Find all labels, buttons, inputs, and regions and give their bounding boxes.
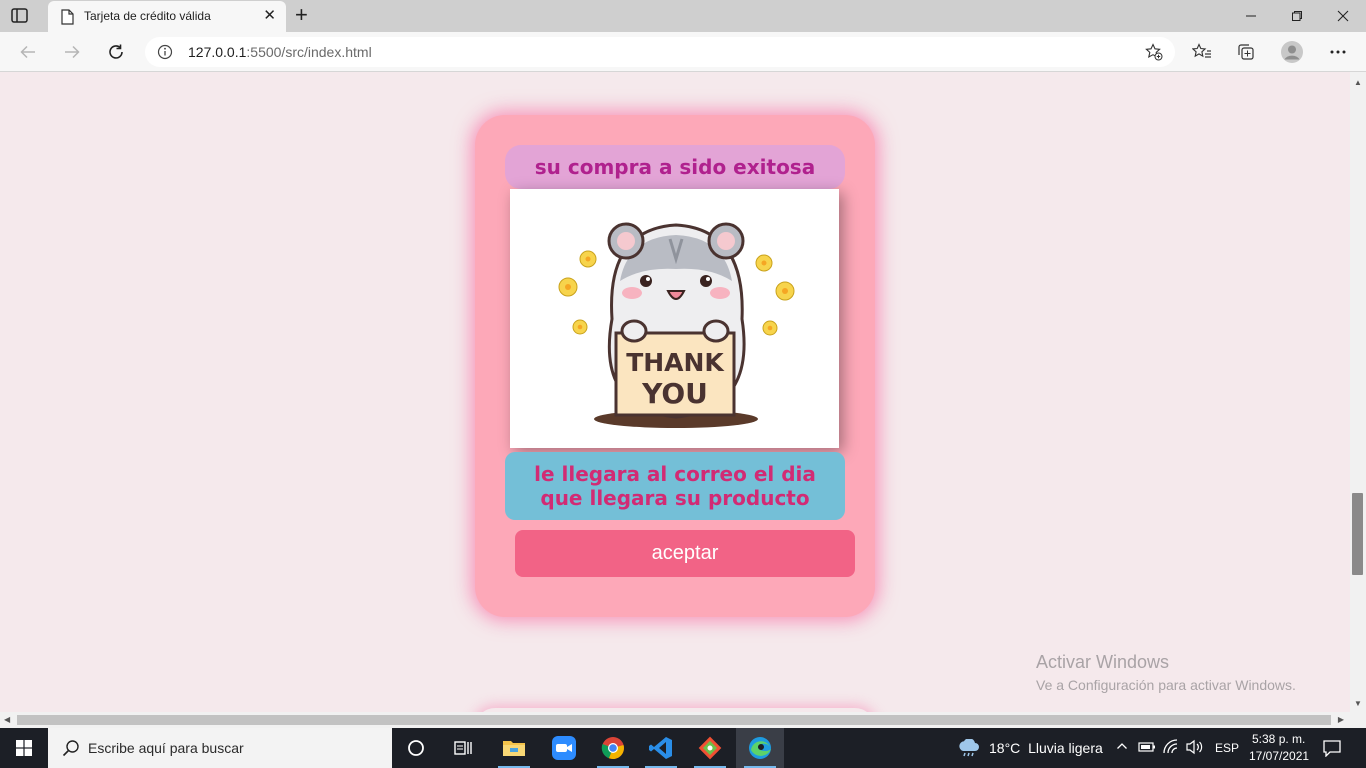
clock-date[interactable]: 17/07/2021 [1249,749,1309,763]
svg-text:YOU: YOU [641,377,708,410]
scroll-down-icon[interactable]: ▼ [1354,699,1362,708]
collections-icon[interactable] [1234,40,1258,64]
horizontal-scroll-thumb[interactable] [17,715,1331,725]
url-host: 127.0.0.1 [188,44,247,60]
confirmation-card: su compra a sido exitosa THANK YOU le ll… [475,115,875,617]
card-message: le llegara al correo el dia que llegara … [505,452,845,520]
weather-description: Lluvia ligera [1028,740,1103,756]
minimize-icon[interactable] [1228,0,1274,32]
activation-watermark-title: Activar Windows [1036,652,1170,672]
file-explorer-icon[interactable] [490,728,538,768]
profile-avatar[interactable] [1280,40,1304,64]
battery-icon[interactable] [1138,740,1156,759]
tab-strip: Tarjeta de crédito válida ✕ + [0,0,1366,32]
url-path: :5500/src/index.html [246,44,372,60]
browser-tab[interactable]: Tarjeta de crédito válida ✕ [48,1,286,32]
address-input[interactable]: 127.0.0.1:5500/src/index.html [145,37,1175,67]
windows-taskbar: Escribe aquí para buscar 18°C Lluvia lig… [0,728,1366,768]
forward-icon[interactable] [60,40,84,64]
svg-text:THANK: THANK [626,348,725,377]
horizontal-scrollbar[interactable]: ◀ ▶ [0,712,1350,728]
chevron-up-icon[interactable] [1116,740,1128,755]
page-icon [60,9,74,25]
close-tab-icon[interactable]: ✕ [263,8,276,24]
url-text: 127.0.0.1:5500/src/index.html [188,44,372,60]
address-toolbar: 127.0.0.1:5500/src/index.html [0,32,1366,72]
tab-actions-icon[interactable] [10,7,30,25]
notification-icon[interactable] [1322,739,1342,762]
edge-icon[interactable] [736,728,784,768]
git-icon[interactable] [686,728,734,768]
cloud-rain-icon[interactable] [957,738,981,762]
scroll-right-icon[interactable]: ▶ [1338,715,1344,724]
activation-watermark-subtitle: Ve a Configuración para activar Windows. [1036,677,1296,693]
message-line-1: le llegara al correo el dia [534,462,816,486]
search-icon [62,739,80,757]
message-line-2: que llegara su producto [540,486,810,510]
close-window-icon[interactable] [1320,0,1366,32]
task-view-icon[interactable] [392,728,440,768]
card-title: su compra a sido exitosa [505,145,845,189]
tab-title: Tarjeta de crédito válida [84,9,211,23]
scroll-left-icon[interactable]: ◀ [4,715,10,724]
accept-button[interactable]: aceptar [515,530,855,577]
back-icon[interactable] [16,40,40,64]
new-tab-icon[interactable]: + [295,4,308,26]
taskbar-search-box[interactable]: Escribe aquí para buscar [48,728,392,768]
scrollbar-corner [1350,712,1366,728]
volume-icon[interactable] [1186,739,1204,760]
vertical-scrollbar[interactable]: ▲ ▼ [1350,72,1366,712]
search-placeholder: Escribe aquí para buscar [88,740,244,756]
scroll-up-icon[interactable]: ▲ [1354,78,1362,87]
weather-temperature: 18°C [989,740,1021,756]
chrome-icon[interactable] [589,728,637,768]
more-icon[interactable] [1326,40,1350,64]
vscode-icon[interactable] [637,728,685,768]
zoom-icon[interactable] [540,728,588,768]
weather-widget[interactable]: 18°C Lluvia ligera [989,740,1103,756]
page-viewport: su compra a sido exitosa THANK YOU le ll… [0,72,1350,712]
widgets-icon[interactable] [440,728,488,768]
favorites-icon[interactable] [1190,40,1214,64]
wifi-icon[interactable] [1162,739,1180,760]
thank-you-hamster-image: THANK YOU [510,189,839,448]
language-indicator[interactable]: ESP [1215,741,1239,755]
add-favorite-icon[interactable] [1145,43,1163,61]
info-icon[interactable] [157,44,173,60]
restore-icon[interactable] [1274,0,1320,32]
windows-start-icon[interactable] [0,728,48,768]
reload-icon[interactable] [104,40,128,64]
clock-time[interactable]: 5:38 p. m. [1252,732,1305,746]
vertical-scroll-thumb[interactable] [1352,493,1363,575]
